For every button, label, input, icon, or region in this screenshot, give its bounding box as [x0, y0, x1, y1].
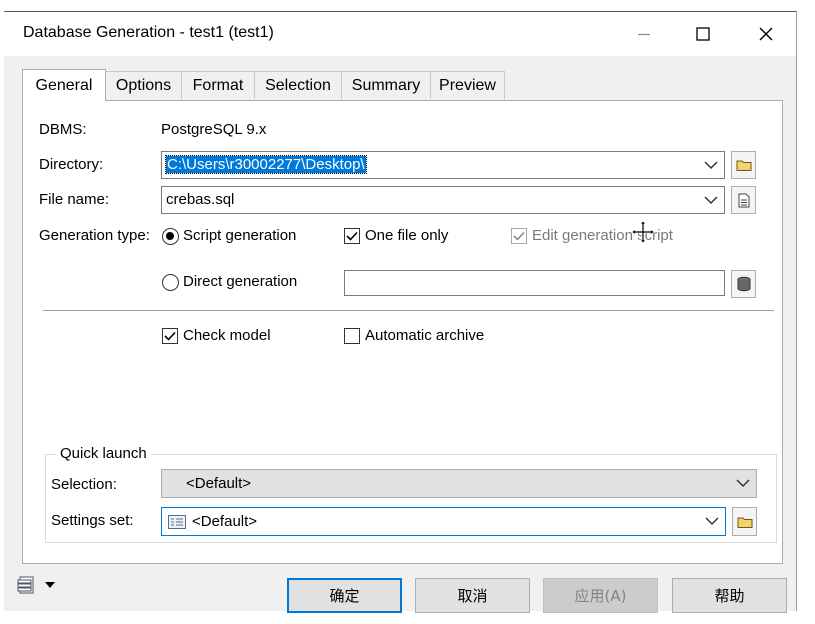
tab-options[interactable]: Options — [105, 71, 182, 99]
edit-generation-script-checkbox — [511, 228, 527, 244]
chevron-down-icon — [705, 517, 719, 526]
directory-combo[interactable]: C:\Users\r30002277\Desktop\ — [161, 151, 725, 179]
minimize-icon — [638, 33, 650, 36]
check-model-label[interactable]: Check model — [183, 327, 271, 344]
automatic-archive-checkbox[interactable] — [344, 328, 360, 344]
cancel-button[interactable]: 取消 — [415, 578, 530, 613]
one-file-only-label[interactable]: One file only — [365, 227, 448, 244]
maximize-button[interactable] — [680, 12, 726, 56]
direct-generation-label[interactable]: Direct generation — [183, 273, 297, 290]
document-icon — [738, 193, 749, 207]
settings-list-icon — [168, 515, 186, 529]
selection-value[interactable]: <Default> — [186, 475, 251, 492]
check-model-checkbox[interactable] — [162, 328, 178, 344]
close-button[interactable] — [743, 12, 789, 56]
dropdown-arrow-icon — [45, 582, 55, 588]
settings-set-combo[interactable]: <Default> — [161, 507, 726, 536]
screen: Database Generation - test1 (test1) Gene… — [0, 0, 815, 624]
tab-summary[interactable]: Summary — [341, 71, 431, 99]
checkmark-icon — [164, 331, 176, 341]
close-icon — [759, 27, 773, 41]
chevron-down-icon — [704, 196, 718, 205]
dbms-value: PostgreSQL 9.x — [161, 121, 267, 138]
tab-format[interactable]: Format — [181, 71, 255, 99]
ok-button[interactable]: 确定 — [287, 578, 402, 613]
script-generation-radio[interactable] — [162, 228, 179, 245]
database-generation-dialog: Database Generation - test1 (test1) Gene… — [4, 11, 797, 613]
title-bar[interactable]: Database Generation - test1 (test1) — [4, 12, 796, 56]
tab-selection[interactable]: Selection — [254, 71, 342, 99]
connect-database-button[interactable] — [731, 270, 756, 298]
chevron-down-icon — [704, 161, 718, 170]
folder-icon — [736, 160, 751, 171]
checkmark-icon — [513, 231, 525, 241]
filename-value[interactable]: crebas.sql — [166, 191, 234, 208]
tab-preview[interactable]: Preview — [430, 71, 505, 99]
apply-button: 应用(A) — [543, 578, 658, 613]
dbms-label: DBMS: — [39, 121, 87, 138]
automatic-archive-label[interactable]: Automatic archive — [365, 327, 484, 344]
quick-launch-title: Quick launch — [56, 445, 151, 462]
chevron-down-icon — [736, 479, 750, 488]
move-cursor-icon — [631, 220, 655, 244]
maximize-icon — [696, 27, 710, 41]
list-settings-icon — [17, 576, 34, 594]
generation-type-label: Generation type: — [39, 227, 150, 244]
directory-value[interactable]: C:\Users\r30002277\Desktop\ — [165, 155, 367, 174]
settings-set-value[interactable]: <Default> — [192, 513, 257, 530]
window-title: Database Generation - test1 (test1) — [23, 24, 274, 41]
script-generation-label[interactable]: Script generation — [183, 227, 296, 244]
tab-general[interactable]: General — [22, 69, 106, 101]
filename-label: File name: — [39, 191, 110, 208]
settings-set-browse-button[interactable] — [732, 507, 757, 536]
settings-set-label: Settings set: — [51, 512, 134, 529]
browse-directory-button[interactable] — [731, 151, 756, 179]
direct-generation-radio[interactable] — [162, 274, 179, 291]
selection-combo[interactable]: <Default> — [161, 469, 757, 498]
minimize-button[interactable] — [621, 12, 667, 56]
settings-menu-button[interactable] — [17, 573, 67, 597]
separator — [43, 310, 774, 311]
folder-icon — [737, 517, 752, 528]
one-file-only-checkbox[interactable] — [344, 228, 360, 244]
help-button[interactable]: 帮助 — [672, 578, 787, 613]
filename-combo[interactable]: crebas.sql — [161, 186, 725, 214]
checkmark-icon — [346, 231, 358, 241]
database-icon — [737, 276, 750, 292]
selection-label: Selection: — [51, 476, 117, 493]
directory-label: Directory: — [39, 156, 104, 173]
direct-connection-field[interactable] — [344, 270, 725, 296]
file-properties-button[interactable] — [731, 186, 756, 214]
general-tab-panel: DBMS: PostgreSQL 9.x Directory: C:\Users… — [22, 100, 783, 564]
